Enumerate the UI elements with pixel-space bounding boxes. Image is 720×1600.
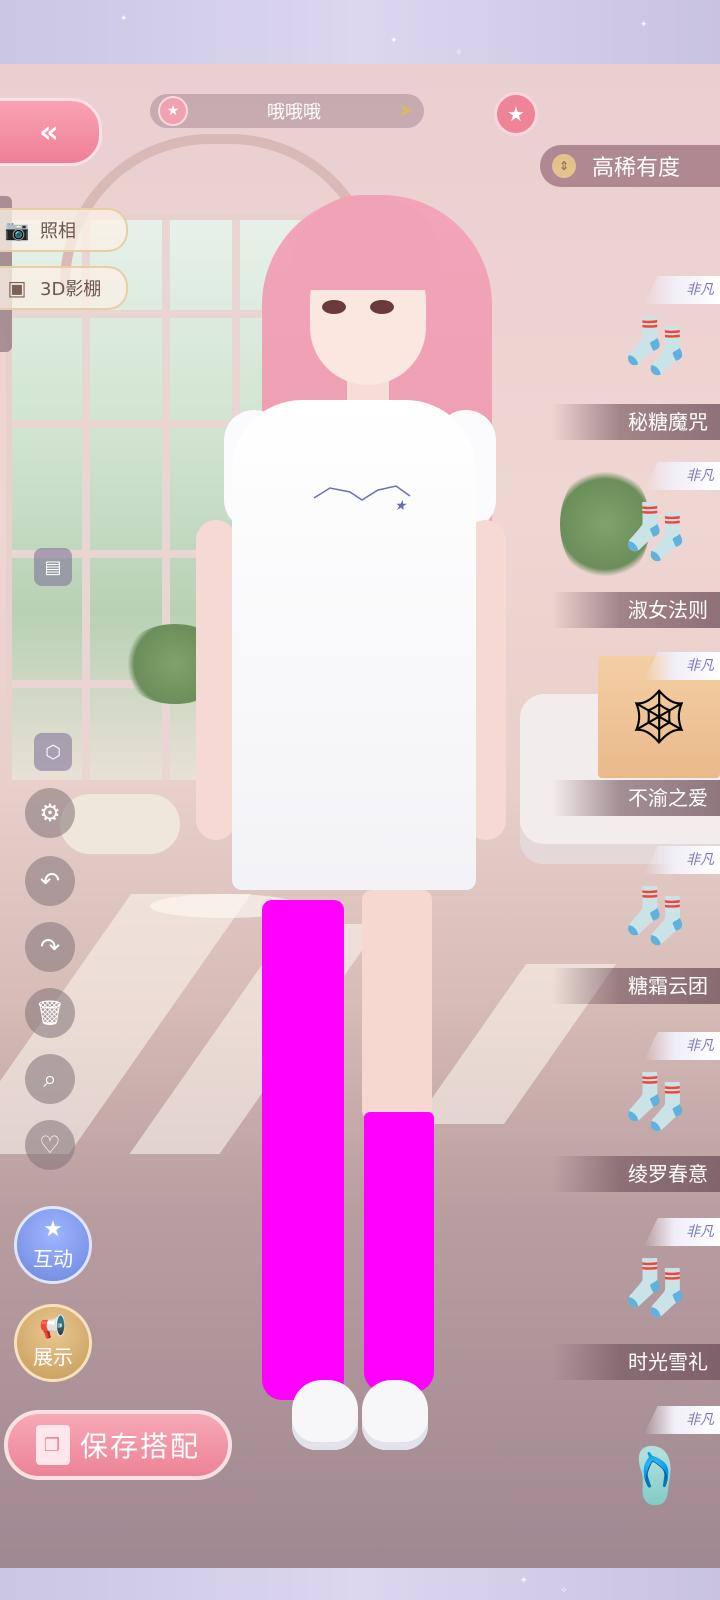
- socks-icon: 🧦: [622, 884, 690, 947]
- camera-icon: 📷: [4, 218, 30, 242]
- item-name: 秘糖魔咒: [552, 404, 720, 440]
- sort-dropdown[interactable]: ⇕ 高稀有度: [540, 145, 720, 187]
- search-icon: ⌕: [43, 1065, 57, 1093]
- tshirt-print: ★: [300, 470, 420, 540]
- photo-label: 照相: [40, 221, 76, 242]
- item-name: 不渝之爱: [552, 780, 720, 816]
- list-item[interactable]: 非凡 🧦: [584, 846, 720, 980]
- heart-icon: ♡: [39, 1131, 61, 1159]
- undo-button[interactable]: ↶: [25, 856, 75, 906]
- right-knee-sock: [364, 1112, 434, 1392]
- photo-button[interactable]: 📷 照相: [0, 208, 128, 252]
- game-screen: ✦ ✦ ✧ ✦ ★ « ★ 哦哦哦 ➤ ★ ⇕ 高稀有度 📷 照相 ▣ 3D影棚…: [0, 0, 720, 1600]
- save-outfit-button[interactable]: ❐ 保存搭配: [4, 1410, 232, 1480]
- character-shoe: [362, 1380, 428, 1450]
- item-name: 淑女法则: [552, 592, 720, 628]
- list-item[interactable]: 非凡 🩴: [584, 1406, 720, 1540]
- sort-updown-icon: ⇕: [552, 154, 576, 178]
- delete-button[interactable]: 🗑: [25, 988, 75, 1038]
- svg-text:★: ★: [394, 498, 408, 514]
- like-button[interactable]: ♡: [25, 1120, 75, 1170]
- socks-icon: 🧦: [622, 1256, 690, 1319]
- list-item[interactable]: 非凡 🧦: [584, 1032, 720, 1166]
- stool: [60, 794, 180, 854]
- studio-3d-button[interactable]: ▣ 3D影棚: [0, 266, 128, 310]
- item-name: 糖霜云团: [552, 968, 720, 1004]
- trash-icon: 🗑: [34, 999, 66, 1027]
- top-starry-band: ✦ ✦ ✧ ✦: [0, 0, 720, 64]
- showcase-label: 展示: [33, 1344, 73, 1369]
- undo-icon: ↶: [39, 867, 61, 895]
- save-label: 保存搭配: [79, 1430, 200, 1463]
- outfit-name: 哦哦哦: [267, 102, 321, 123]
- list-item[interactable]: 非凡 🧦: [584, 462, 720, 596]
- arrow-right-icon[interactable]: ➤: [399, 100, 414, 121]
- socks-icon: 🧦: [622, 314, 690, 377]
- socks-icon: 🧦: [622, 500, 690, 563]
- studio-label: 3D影棚: [40, 279, 102, 300]
- rotate-view-button[interactable]: ⬡: [34, 733, 72, 771]
- left-leg-stocking: [262, 900, 344, 1400]
- redo-button[interactable]: ↷: [25, 922, 75, 972]
- megaphone-icon: 📢: [39, 1314, 67, 1340]
- item-name: 时光雪礼: [552, 1344, 720, 1380]
- zoom-button[interactable]: ⌕: [25, 1054, 75, 1104]
- right-leg: [362, 890, 432, 1120]
- outfit-name-bar[interactable]: ★ 哦哦哦 ➤: [150, 94, 424, 128]
- document-icon: ❐: [35, 1425, 70, 1465]
- character-arm: [196, 520, 236, 840]
- gear-icon: ⚙: [39, 799, 61, 827]
- character-eye: [370, 300, 394, 314]
- back-button[interactable]: «: [0, 98, 102, 166]
- list-item[interactable]: 非凡 🧦: [584, 276, 720, 410]
- character-eye: [322, 300, 346, 314]
- item-name: 绫罗春意: [552, 1156, 720, 1192]
- list-item-selected[interactable]: 🕸 非凡: [550, 652, 720, 786]
- star-icon: ★: [158, 96, 188, 126]
- card-icon: ▤: [44, 556, 62, 578]
- interact-button[interactable]: ★ 互动: [14, 1206, 92, 1284]
- double-chevron-left-icon: «: [39, 114, 59, 150]
- sort-label: 高稀有度: [592, 156, 681, 181]
- star-icon: ★: [507, 102, 525, 126]
- strap-socks-icon: 🩴: [622, 1444, 690, 1507]
- cube-icon: ▣: [7, 276, 27, 300]
- character-shoe: [292, 1380, 358, 1450]
- bottom-starry-band: ✦ ✧: [0, 1568, 720, 1600]
- favorite-button[interactable]: ★: [494, 92, 538, 136]
- list-item[interactable]: 非凡 🧦: [584, 1218, 720, 1352]
- settings-button[interactable]: ⚙: [25, 788, 75, 838]
- showcase-button[interactable]: 📢 展示: [14, 1304, 92, 1382]
- socks-icon: 🧦: [622, 1070, 690, 1133]
- interact-label: 互动: [33, 1246, 73, 1271]
- rotate-icon: ⬡: [45, 741, 61, 763]
- card-button[interactable]: ▤: [34, 548, 72, 586]
- star-icon: ★: [43, 1216, 63, 1242]
- redo-icon: ↷: [39, 933, 61, 961]
